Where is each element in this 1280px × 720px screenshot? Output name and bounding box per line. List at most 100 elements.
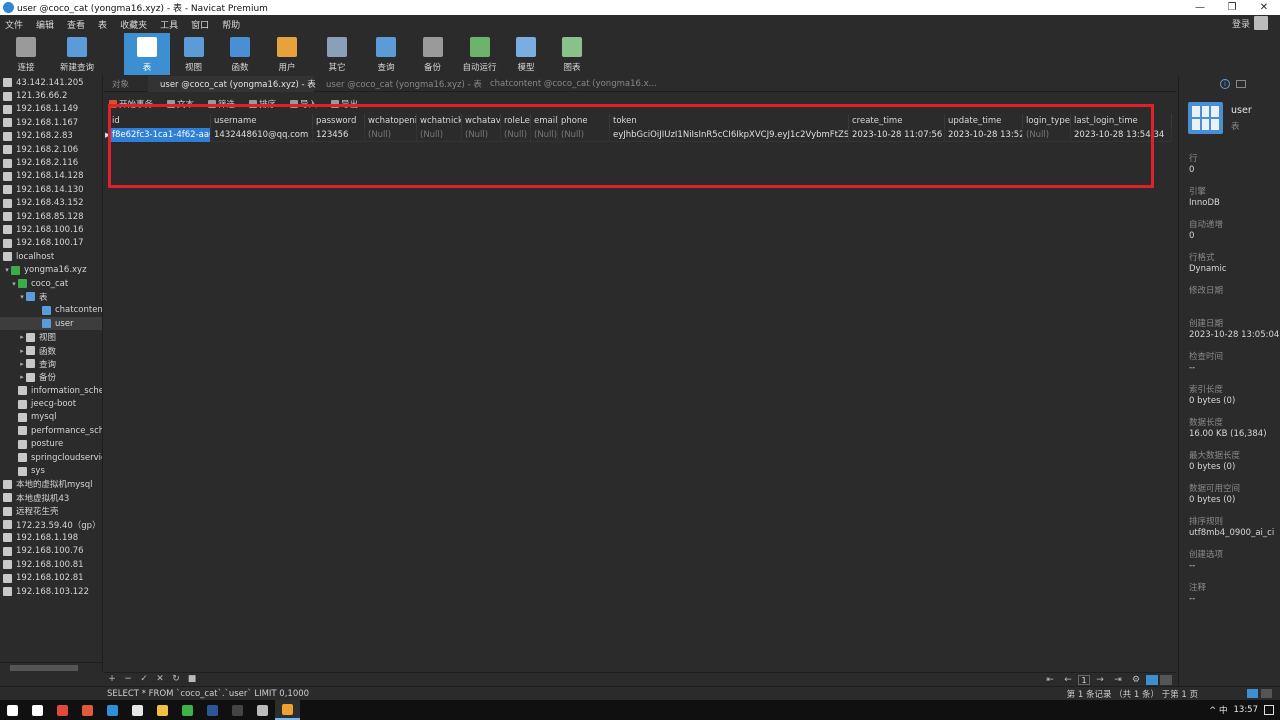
table-cell[interactable]: (Null) [1023,127,1071,142]
collapse-right-icon[interactable]: ▸ [18,347,26,355]
column-header-username[interactable]: username [211,114,313,128]
column-header-roleLev[interactable]: roleLev [501,114,531,128]
tab-1[interactable]: user @coco_cat (yongma16.xyz) - 表 [148,75,316,92]
tree-item[interactable]: ▾ 表 [0,290,102,303]
menu-view[interactable]: 查看 [62,18,93,31]
column-header-wchatopenid[interactable]: wchatopenid [365,114,417,128]
tree-item[interactable]: mysql [0,411,102,424]
toolbar-other-button[interactable]: 其它 [311,33,363,75]
table-cell[interactable]: 2023-10-28 13:54:34 [1071,127,1172,142]
table-cell[interactable]: 123456 [313,127,365,142]
tree-item[interactable]: 192.168.100.81 [0,558,102,571]
taskbar-explorer-button[interactable] [150,700,175,720]
add-record-button[interactable]: + [104,674,120,684]
tree-item[interactable]: 远程花生壳 [0,505,102,518]
tree-item[interactable]: 192.168.14.130 [0,183,102,196]
tree-item[interactable]: 192.168.100.17 [0,237,102,250]
first-page-button[interactable]: ⇤ [1042,675,1058,685]
column-header-wchatava[interactable]: wchatava [462,114,501,128]
stop-button[interactable]: ■ [184,674,200,684]
taskbar-app2-button[interactable] [125,700,150,720]
tray-icons[interactable]: ^ 中 [1209,704,1227,716]
taskbar-clock-app-button[interactable] [250,700,275,720]
apply-changes-button[interactable]: ✓ [136,674,152,684]
tree-item[interactable]: ▾ coco_cat [0,277,102,290]
column-header-login_type[interactable]: login_type [1023,114,1071,128]
toolbar-model-button[interactable]: 模型 [503,33,549,75]
expand-down-icon[interactable]: ▾ [3,266,11,274]
column-header-last_login_time[interactable]: last_login_time [1071,114,1172,128]
clock[interactable]: 13:57 [1234,705,1259,715]
table-cell[interactable]: 2023-10-28 11:07:56 [849,127,945,142]
tree-item[interactable]: 192.168.2.83 [0,130,102,143]
taskbar-search-button[interactable] [25,700,50,720]
settings-gear-icon[interactable]: ⚙ [1128,675,1144,685]
panel-toggle-right[interactable] [1261,689,1272,698]
tree-item[interactable]: 192.168.43.152 [0,197,102,210]
tree-item[interactable]: springcloudservic [0,451,102,464]
tab-3[interactable]: chatcontent @coco_cat (yongma16.x... [478,76,657,92]
tree-item[interactable]: 192.168.1.149 [0,103,102,116]
minimize-button[interactable]: — [1184,0,1216,15]
object-toolbar-button-2[interactable]: 筛选 [208,98,235,110]
tree-item[interactable]: 192.168.1.167 [0,116,102,129]
ddl-icon[interactable] [1236,80,1246,88]
tree-item[interactable]: 192.168.1.198 [0,531,102,544]
tree-item[interactable]: 43.142.141.205 [0,76,102,89]
table-cell[interactable]: eyJhbGciOiJIUzI1NiIsInR5cCI6IkpXVCJ9.eyJ… [610,127,849,142]
menu-table[interactable]: 表 [93,18,115,31]
toolbar-chart-button[interactable]: 图表 [549,33,595,75]
tree-item[interactable]: ▸ 视图 [0,330,102,343]
menu-window[interactable]: 窗口 [186,18,217,31]
tab-0[interactable]: 对象 [104,76,148,92]
panel-toggle-left[interactable] [1247,689,1258,698]
column-header-token[interactable]: token [610,114,849,128]
tree-item[interactable]: ▸ 函数 [0,344,102,357]
tree-item[interactable]: ▸ 查询 [0,357,102,370]
object-toolbar-button-0[interactable]: 开始事务 [109,98,153,110]
tab-2[interactable]: user @coco_cat (yongma16.xyz) - 表 [314,76,482,92]
notification-icon[interactable] [1264,705,1274,715]
tree-item[interactable]: 192.168.2.106 [0,143,102,156]
column-header-create_time[interactable]: create_time [849,114,945,128]
page-number-input[interactable]: 1 [1078,674,1090,685]
taskbar-vscode-button[interactable] [100,700,125,720]
tree-item[interactable]: sys [0,464,102,477]
tree-item[interactable]: 192.168.102.81 [0,571,102,584]
table-cell[interactable]: (Null) [365,127,417,142]
delete-record-button[interactable]: − [120,674,136,684]
taskbar-app-button[interactable] [75,700,100,720]
table-cell[interactable]: (Null) [501,127,531,142]
collapse-right-icon[interactable]: ▸ [18,333,26,341]
discard-changes-button[interactable]: ✕ [152,674,168,684]
taskbar-start-button[interactable] [0,700,25,720]
column-header-password[interactable]: password [313,114,365,128]
object-toolbar-button-5[interactable]: 导出 [331,98,358,110]
table-cell[interactable]: 2023-10-28 13:52:3( [945,127,1023,142]
taskbar-navicat-button[interactable] [275,700,300,720]
column-header-email[interactable]: email [531,114,558,128]
toolbar-connection-button[interactable]: 连接 [0,33,52,75]
tree-item[interactable]: 本地虚拟机43 [0,491,102,504]
column-header-id[interactable]: id [109,114,211,128]
object-toolbar-button-3[interactable]: 排序 [249,98,276,110]
login-button[interactable]: 登录 [1232,16,1268,30]
taskbar-chrome-button[interactable] [50,700,75,720]
tree-item[interactable]: 172.23.59.40（gp） [0,518,102,531]
maximize-button[interactable]: ❐ [1216,0,1248,15]
table-cell[interactable]: (Null) [558,127,610,142]
info-icon[interactable]: i [1220,79,1230,89]
tree-item[interactable]: 121.36.66.2 [0,89,102,102]
grid-view-toggle[interactable] [1146,674,1158,685]
close-button[interactable]: ✕ [1248,0,1280,15]
expand-down-icon[interactable]: ▾ [18,293,26,301]
toolbar-query-button[interactable]: 查询 [363,33,409,75]
menu-edit[interactable]: 编辑 [31,18,62,31]
column-header-phone[interactable]: phone [558,114,610,128]
taskbar-word-button[interactable] [200,700,225,720]
table-cell[interactable]: (Null) [417,127,462,142]
tree-item[interactable]: 192.168.103.122 [0,585,102,598]
table-row[interactable]: f8e62fc3-1ca1-4f62-aa0c-1432448610@qq.co… [109,127,1172,142]
toolbar-user-button[interactable]: 用户 [263,33,311,75]
tree-item[interactable]: jeecg-boot [0,397,102,410]
